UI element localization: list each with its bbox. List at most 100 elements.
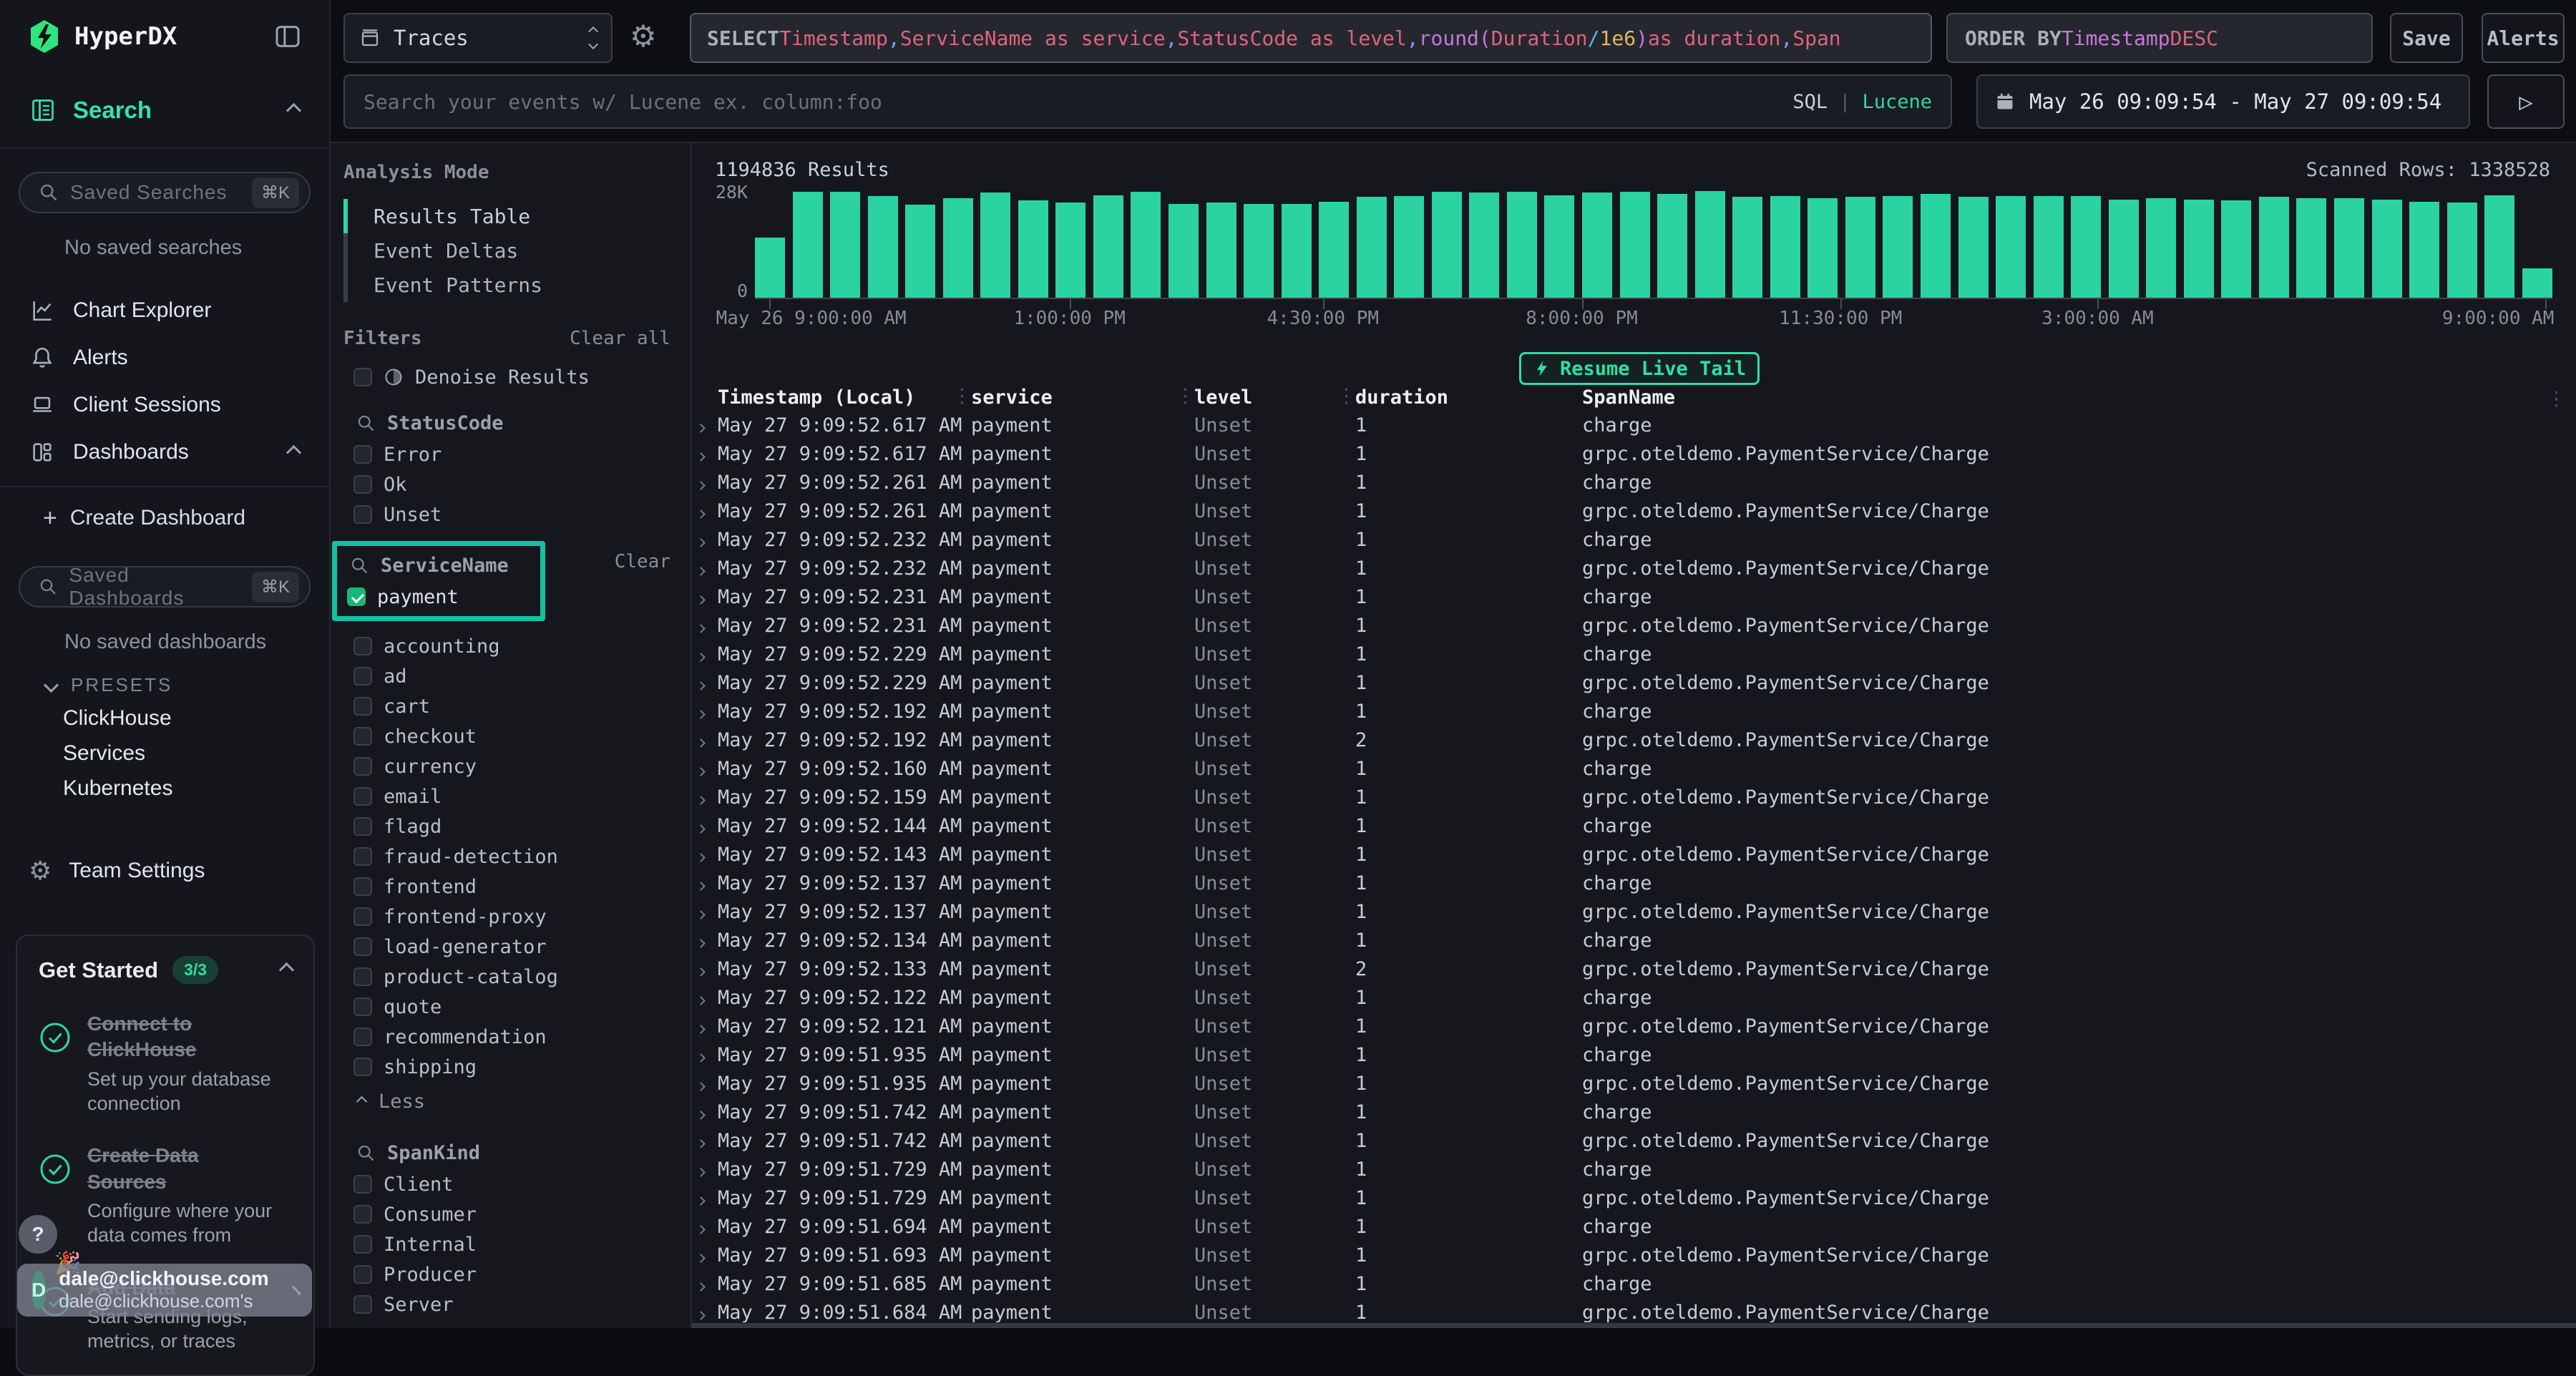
histogram-bar[interactable]: [868, 196, 898, 298]
table-row[interactable]: May 27 9:09:52.229 AM payment Unset 1 gr…: [692, 668, 2576, 697]
filter-option-selected[interactable]: payment: [347, 582, 540, 612]
get-started-item[interactable]: Create Data Sources Configure where your…: [39, 1143, 292, 1247]
histogram-bar[interactable]: [1620, 192, 1650, 298]
lucene-mode-toggle[interactable]: Lucene: [1862, 91, 1932, 113]
table-row[interactable]: May 27 9:09:52.261 AM payment Unset 1 gr…: [692, 497, 2576, 525]
column-header-timestamp[interactable]: Timestamp (Local): [718, 386, 971, 409]
table-row[interactable]: May 27 9:09:52.133 AM payment Unset 2 gr…: [692, 955, 2576, 983]
row-expand-icon[interactable]: [692, 1216, 718, 1238]
table-row[interactable]: May 27 9:09:52.121 AM payment Unset 1 gr…: [692, 1012, 2576, 1040]
filter-option[interactable]: Error: [353, 439, 691, 469]
checkbox[interactable]: [353, 1028, 372, 1046]
histogram-bar[interactable]: [1695, 191, 1725, 298]
checkbox[interactable]: [353, 997, 372, 1016]
sidebar-collapse-icon[interactable]: [273, 22, 302, 51]
row-expand-icon[interactable]: [692, 729, 718, 751]
row-expand-icon[interactable]: [692, 500, 718, 522]
checkbox[interactable]: [353, 727, 372, 746]
histogram-bar[interactable]: [1469, 192, 1499, 298]
preset-dashboard-link[interactable]: Kubernetes: [0, 771, 329, 806]
filter-option[interactable]: Producer: [353, 1259, 691, 1289]
filter-option[interactable]: recommendation: [353, 1022, 691, 1052]
column-options-icon[interactable]: ⋮: [2547, 388, 2566, 410]
row-expand-icon[interactable]: [692, 758, 718, 780]
analysis-mode-item[interactable]: Results Table: [343, 199, 691, 233]
filter-option[interactable]: load-generator: [353, 932, 691, 962]
histogram-bar[interactable]: [2372, 200, 2402, 298]
table-row[interactable]: May 27 9:09:51.694 AM payment Unset 1 ch…: [692, 1212, 2576, 1241]
analysis-mode-item[interactable]: Event Deltas: [343, 233, 691, 268]
row-expand-icon[interactable]: [692, 1244, 718, 1267]
table-row[interactable]: May 27 9:09:51.729 AM payment Unset 1 gr…: [692, 1184, 2576, 1212]
column-header-duration[interactable]: ⋮duration: [1355, 386, 1582, 409]
sidebar-item-dashboards[interactable]: Dashboards: [0, 429, 329, 476]
histogram-bar[interactable]: [1958, 197, 1989, 298]
table-row[interactable]: May 27 9:09:51.742 AM payment Unset 1 ch…: [692, 1098, 2576, 1126]
row-expand-icon[interactable]: [692, 872, 718, 894]
histogram-bar[interactable]: [755, 238, 785, 298]
row-expand-icon[interactable]: [692, 987, 718, 1009]
table-row[interactable]: May 27 9:09:52.159 AM payment Unset 1 gr…: [692, 783, 2576, 811]
table-row[interactable]: May 27 9:09:51.693 AM payment Unset 1 gr…: [692, 1241, 2576, 1269]
checkbox[interactable]: [353, 967, 372, 986]
preset-dashboard-link[interactable]: ClickHouse: [0, 701, 329, 736]
chevron-up-icon[interactable]: [279, 962, 294, 977]
histogram-bar[interactable]: [905, 205, 935, 298]
filter-option[interactable]: frontend-proxy: [353, 902, 691, 932]
filter-option[interactable]: fraud-detection: [353, 841, 691, 872]
analysis-mode-item[interactable]: Event Patterns: [343, 268, 691, 302]
table-row[interactable]: May 27 9:09:52.617 AM payment Unset 1 ch…: [692, 411, 2576, 439]
column-drag-handle[interactable]: ⋮: [1582, 386, 1583, 407]
row-expand-icon[interactable]: [692, 643, 718, 665]
row-expand-icon[interactable]: [692, 615, 718, 637]
save-button[interactable]: Save: [2390, 13, 2463, 63]
row-expand-icon[interactable]: [692, 929, 718, 952]
filter-option[interactable]: Server: [353, 1289, 691, 1319]
histogram-bar[interactable]: [2259, 197, 2289, 298]
histogram-bar[interactable]: [1921, 194, 1951, 298]
histogram-bar[interactable]: [793, 192, 823, 298]
checkbox[interactable]: [353, 1235, 372, 1254]
table-row[interactable]: May 27 9:09:52.229 AM payment Unset 1 ch…: [692, 640, 2576, 668]
checkbox[interactable]: [353, 937, 372, 956]
table-row[interactable]: May 27 9:09:52.261 AM payment Unset 1 ch…: [692, 468, 2576, 497]
histogram-bar[interactable]: [2221, 200, 2251, 298]
presets-toggle[interactable]: PRESETS: [46, 674, 329, 696]
row-expand-icon[interactable]: [692, 701, 718, 723]
histogram-bar[interactable]: [1770, 196, 1800, 298]
filter-option[interactable]: currency: [353, 751, 691, 781]
checkbox[interactable]: [353, 667, 372, 685]
table-row[interactable]: May 27 9:09:52.137 AM payment Unset 1 gr…: [692, 897, 2576, 926]
checkbox[interactable]: [353, 697, 372, 716]
column-header-service[interactable]: ⋮service: [971, 386, 1194, 409]
checkbox-checked[interactable]: [347, 587, 366, 606]
histogram-bar[interactable]: [1544, 195, 1574, 298]
row-expand-icon[interactable]: [692, 844, 718, 866]
row-expand-icon[interactable]: [692, 815, 718, 837]
filter-option[interactable]: email: [353, 781, 691, 811]
histogram-bar[interactable]: [1319, 202, 1349, 298]
histogram-bar[interactable]: [830, 192, 860, 298]
checkbox[interactable]: [353, 1058, 372, 1076]
row-expand-icon[interactable]: [692, 1101, 718, 1123]
table-row[interactable]: May 27 9:09:52.192 AM payment Unset 2 gr…: [692, 726, 2576, 754]
checkbox[interactable]: [353, 1175, 372, 1194]
team-settings-link[interactable]: ⚙ Team Settings: [0, 847, 329, 894]
table-row[interactable]: May 27 9:09:52.617 AM payment Unset 1 gr…: [692, 439, 2576, 468]
help-button[interactable]: ?: [19, 1215, 57, 1254]
row-expand-icon[interactable]: [692, 557, 718, 580]
row-expand-icon[interactable]: [692, 472, 718, 494]
results-histogram[interactable]: [755, 189, 2552, 299]
row-expand-icon[interactable]: [692, 1073, 718, 1095]
filter-option[interactable]: Consumer: [353, 1199, 691, 1229]
histogram-bar[interactable]: [1093, 195, 1123, 298]
sidebar-item-chart-explorer[interactable]: Chart Explorer: [0, 287, 329, 334]
row-expand-icon[interactable]: [692, 414, 718, 436]
checkbox[interactable]: [353, 445, 372, 464]
filter-option[interactable]: shipping: [353, 1052, 691, 1082]
table-row[interactable]: May 27 9:09:52.137 AM payment Unset 1 ch…: [692, 869, 2576, 897]
checkbox[interactable]: [353, 877, 372, 896]
histogram-bar[interactable]: [943, 198, 973, 298]
table-row[interactable]: May 27 9:09:51.935 AM payment Unset 1 ch…: [692, 1040, 2576, 1069]
histogram-bar[interactable]: [2296, 198, 2326, 298]
